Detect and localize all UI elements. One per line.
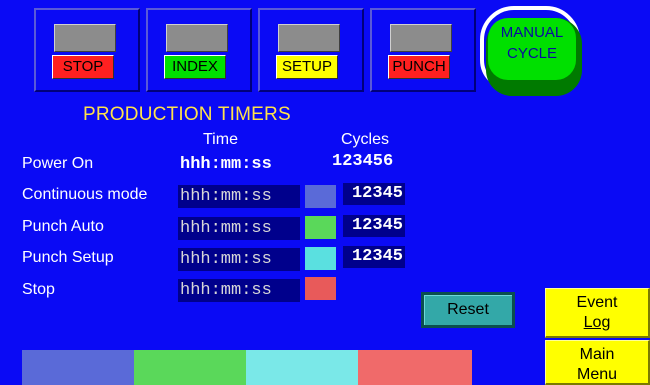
punch-setup-cycles: 12345 xyxy=(343,246,405,268)
main-menu-button[interactable]: Main Menu xyxy=(545,340,650,385)
production-timers-title: PRODUCTION TIMERS xyxy=(83,104,291,125)
setup-mode-label: SETUP xyxy=(276,55,338,79)
punch-auto-cycles: 12345 xyxy=(343,215,405,237)
stop-label: Stop xyxy=(22,281,55,298)
bottom-bar-stop xyxy=(358,350,472,385)
bottom-bar-punch-setup xyxy=(246,350,358,385)
punch-indicator-lamp xyxy=(390,24,452,52)
reset-button[interactable]: Reset xyxy=(421,292,515,328)
index-indicator-lamp xyxy=(166,24,228,52)
event-log-line2: Log xyxy=(583,314,611,331)
punch-setup-time: hhh:mm:ss xyxy=(178,248,300,271)
continuous-mode-label: Continuous mode xyxy=(22,186,148,203)
stop-indicator-lamp xyxy=(54,24,116,52)
stop-color-swatch xyxy=(305,277,336,300)
bottom-bar-continuous xyxy=(22,350,134,385)
punch-setup-label: Punch Setup xyxy=(22,249,114,266)
continuous-mode-color-swatch xyxy=(305,185,336,208)
main-menu-line2: Menu xyxy=(576,366,618,383)
punch-mode-button[interactable]: PUNCH xyxy=(370,8,476,92)
index-mode-label: INDEX xyxy=(164,55,226,79)
punch-auto-color-swatch xyxy=(305,216,336,239)
manual-cycle-button[interactable]: MANUAL CYCLE xyxy=(480,6,584,96)
punch-auto-time: hhh:mm:ss xyxy=(178,217,300,240)
stop-mode-button[interactable]: STOP xyxy=(34,8,140,92)
setup-mode-button[interactable]: SETUP xyxy=(258,8,364,92)
bottom-bar-punch-auto xyxy=(134,350,246,385)
time-column-header: Time xyxy=(203,131,238,148)
stop-mode-label: STOP xyxy=(52,55,114,79)
cycles-column-header: Cycles xyxy=(341,131,390,148)
power-on-cycles: 123456 xyxy=(332,152,394,171)
event-log-line1: Event xyxy=(576,294,618,311)
screen: STOP INDEX SETUP PUNCH MANUAL CYCLE PROD… xyxy=(0,0,650,385)
main-menu-line1: Main xyxy=(579,346,615,363)
power-on-label: Power On xyxy=(22,155,94,172)
index-mode-button[interactable]: INDEX xyxy=(146,8,252,92)
punch-mode-label: PUNCH xyxy=(388,55,450,79)
continuous-mode-cycles: 12345 xyxy=(343,183,405,205)
power-on-time: hhh:mm:ss xyxy=(180,155,272,174)
punch-auto-label: Punch Auto xyxy=(22,218,104,235)
setup-indicator-lamp xyxy=(278,24,340,52)
continuous-mode-time: hhh:mm:ss xyxy=(178,185,300,208)
event-log-button[interactable]: Event Log xyxy=(545,288,650,338)
stop-time: hhh:mm:ss xyxy=(178,279,300,302)
punch-setup-color-swatch xyxy=(305,247,336,270)
manual-cycle-label: MANUAL CYCLE xyxy=(500,24,564,62)
